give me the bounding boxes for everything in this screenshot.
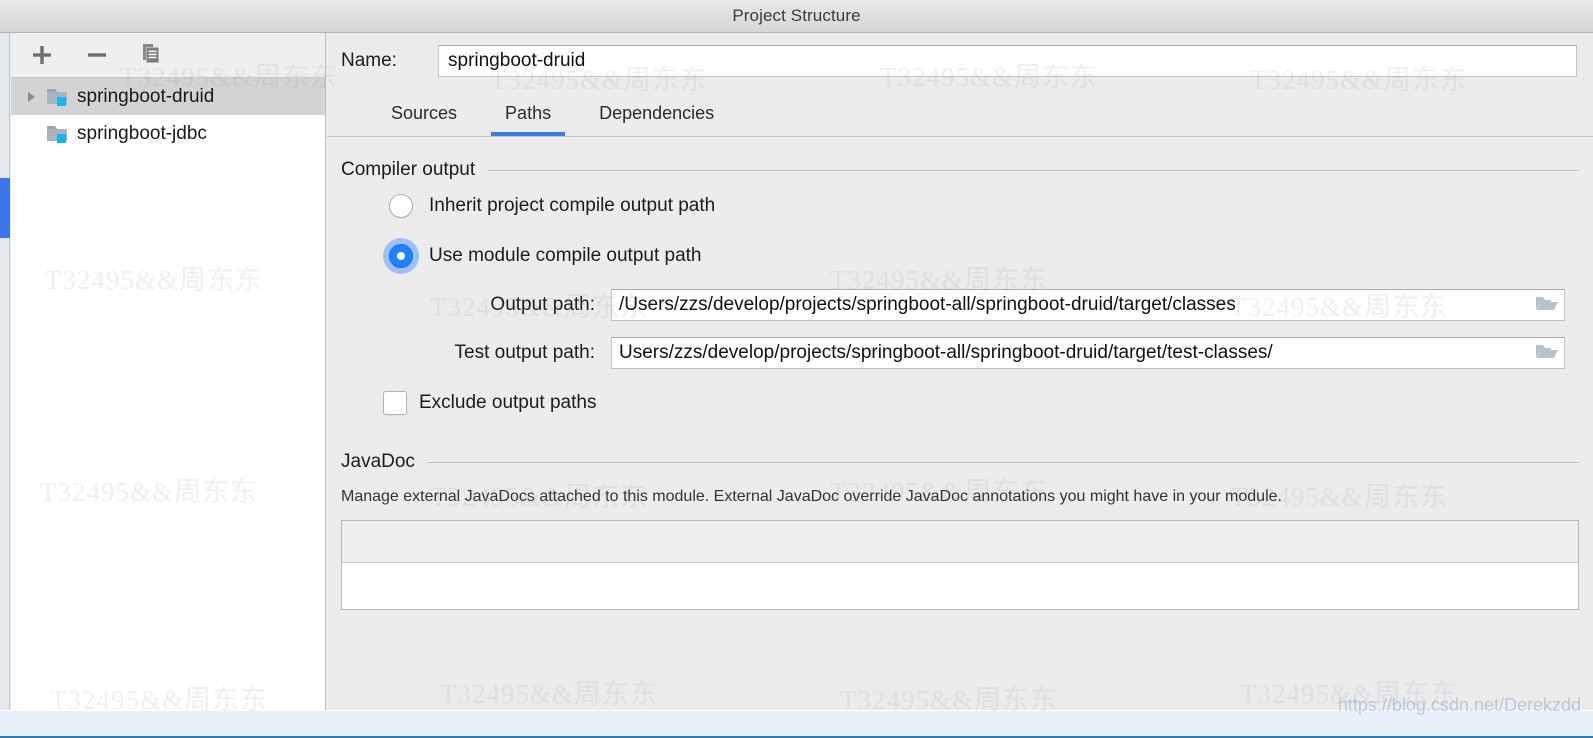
copy-icon [140,43,164,67]
sidebar-toolbar [11,33,325,78]
output-path-row: Output path: /Users/zzs/develop/projects… [341,281,1579,329]
tab-sources[interactable]: Sources [367,103,481,136]
javadoc-description: Manage external JavaDocs attached to thi… [327,473,1593,510]
tab-dependencies[interactable]: Dependencies [575,103,738,136]
expand-arrow-icon[interactable] [19,90,43,104]
remove-module-button[interactable] [82,40,112,70]
exclude-output-paths-label: Exclude output paths [419,392,596,414]
tab-paths[interactable]: Paths [481,103,575,136]
copy-module-button[interactable] [137,40,167,70]
javadoc-header: JavaDoc [341,429,1579,473]
add-module-button[interactable] [27,40,57,70]
left-scrollbar-thumb[interactable] [0,178,10,238]
editor-tabs: Sources Paths Dependencies [327,89,1593,137]
compiler-output-header: Compiler output [341,137,1579,181]
test-output-path-row: Test output path: /Users/zzs/develop/pro… [341,329,1579,377]
output-path-browse-button[interactable] [1530,293,1564,318]
window-titlebar: Project Structure [0,0,1593,33]
test-output-path-browse-button[interactable] [1530,341,1564,366]
javadoc-title: JavaDoc [341,451,415,473]
output-path-label: Output path: [383,294,611,316]
module-folder-icon [43,86,73,108]
left-scrollbar[interactable] [0,33,10,738]
compiler-output-section: Compiler output Inherit project compile … [327,137,1593,429]
module-name-label: springboot-druid [77,86,214,108]
radio-button-selected[interactable] [389,244,413,268]
module-name-row: Name: [327,33,1593,89]
radio-control-wrap [383,238,419,274]
javadoc-list-box[interactable] [341,520,1579,610]
module-name-label: springboot-jdbc [77,123,207,145]
modules-sidebar: springboot-druid springboot-jdbc [11,33,326,738]
radio-label: Use module compile output path [429,245,702,267]
radio-button-unselected[interactable] [389,194,413,218]
compiler-output-title: Compiler output [341,159,475,181]
bottom-status-band [0,710,1593,738]
module-tree: springboot-druid springboot-jdbc [11,78,325,152]
exclude-output-paths-checkbox[interactable] [383,391,407,415]
test-output-path-field[interactable]: /Users/zzs/develop/projects/springboot-a… [611,337,1565,369]
module-tree-item-springboot-druid[interactable]: springboot-druid [11,78,325,115]
name-input[interactable] [438,45,1577,77]
radio-inherit-project-output[interactable]: Inherit project compile output path [341,181,1579,231]
javadoc-section: JavaDoc [327,429,1593,473]
plus-icon [31,44,53,66]
radio-label: Inherit project compile output path [429,195,715,217]
output-path-value: /Users/zzs/develop/projects/springboot-a… [612,290,1530,320]
section-divider [427,462,1579,463]
test-output-path-label: Test output path: [383,342,611,364]
name-label: Name: [341,50,438,72]
javadoc-list-toolbar [342,521,1578,563]
module-folder-icon [43,123,73,145]
project-structure-window: Project Structure [0,0,1593,738]
output-path-field[interactable]: /Users/zzs/develop/projects/springboot-a… [611,289,1565,321]
radio-use-module-output[interactable]: Use module compile output path [341,231,1579,281]
window-title: Project Structure [732,6,860,26]
exclude-output-paths-row[interactable]: Exclude output paths [341,377,1579,429]
folder-open-icon [1534,293,1560,318]
radio-control-wrap [383,188,419,224]
module-tree-item-springboot-jdbc[interactable]: springboot-jdbc [11,115,325,152]
section-divider [487,170,1579,171]
test-output-path-value: /Users/zzs/develop/projects/springboot-a… [612,338,1530,368]
module-editor-panel: Name: Sources Paths Dependencies Compile… [327,33,1593,738]
minus-icon [86,44,108,66]
folder-open-icon [1534,341,1560,366]
